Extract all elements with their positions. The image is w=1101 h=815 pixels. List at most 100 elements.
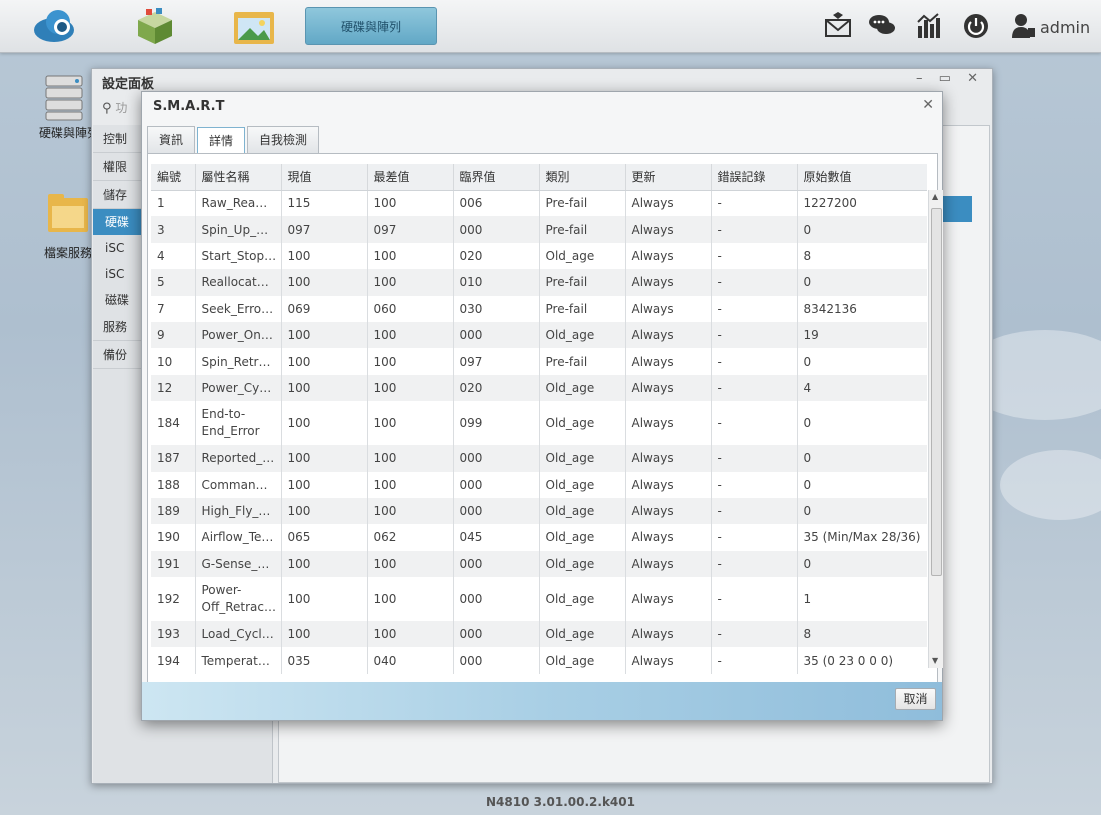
col-threshold-cell: 020 bbox=[453, 374, 540, 402]
scroll-up-icon[interactable]: ▲ bbox=[932, 192, 938, 201]
col-type-cell: Pre-fail bbox=[539, 348, 626, 375]
col-worst-cell: 100 bbox=[367, 621, 454, 648]
col-raw-value-cell: 8 bbox=[797, 621, 927, 648]
col-worst-cell: 100 bbox=[367, 374, 454, 402]
col-type-cell: Pre-fail bbox=[539, 269, 626, 296]
col-when-failed-cell: - bbox=[711, 621, 798, 648]
col-worst-cell: 100 bbox=[367, 497, 454, 525]
chat-icon[interactable] bbox=[868, 12, 896, 40]
table-row[interactable]: 7 Seek_Erro… 069 060 030 Pre-fail Always -83421… bbox=[151, 295, 927, 322]
power-icon[interactable] bbox=[962, 12, 990, 40]
col-value-cell: 100 bbox=[281, 550, 368, 578]
mail-icon[interactable] bbox=[824, 12, 852, 40]
table-row[interactable]: 189 High_Fly_… 100 100 000 Old_age Always -0 bbox=[151, 497, 927, 525]
table-row[interactable]: 1 Raw_Rea… 115 100 006 Pre-fail Always -1227200 bbox=[151, 190, 927, 217]
col-type-cell: Old_age bbox=[539, 647, 626, 674]
col-type-cell: Old_age bbox=[539, 577, 626, 622]
col-attribute-name-header[interactable]: 屬性名稱 bbox=[195, 164, 282, 191]
col-id-cell: 184 bbox=[151, 401, 196, 446]
desktop-icon-label-disks[interactable]: 硬碟與陣列 bbox=[39, 124, 99, 141]
table-row[interactable]: 10 Spin_Retr… 100 100 097 Pre-fail Always -0 bbox=[151, 348, 927, 375]
col-when-failed-cell: - bbox=[711, 216, 798, 243]
col-updated-cell: Always bbox=[625, 216, 712, 243]
table-row[interactable]: 191 G-Sense_… 100 100 000 Old_age Always -0 bbox=[151, 550, 927, 578]
col-id-header[interactable]: 編號 bbox=[151, 164, 196, 191]
panel-title: 設定面板 bbox=[102, 77, 155, 92]
user-icon[interactable] bbox=[1010, 12, 1038, 40]
firmware-version: N4810 3.01.00.2.k401 bbox=[486, 795, 635, 809]
file-service-icon[interactable] bbox=[46, 192, 92, 236]
col-when-failed-header[interactable]: 錯誤記錄 bbox=[711, 164, 798, 191]
desktop-icon-label-file-service[interactable]: 檔案服務 bbox=[44, 244, 92, 261]
tab-info[interactable]: 資訊 bbox=[147, 126, 196, 154]
scroll-down-icon[interactable]: ▼ bbox=[932, 656, 938, 665]
chart-icon[interactable] bbox=[916, 12, 944, 40]
col-when-failed-cell: - bbox=[711, 348, 798, 375]
table-row[interactable]: 188 Comman… 100 100 000 Old_age Always -0 bbox=[151, 471, 927, 498]
col-raw-value-cell: 1227200 bbox=[797, 190, 927, 217]
col-worst-cell: 100 bbox=[367, 471, 454, 498]
table-row[interactable]: 184 End-to-End_Error 100 100 099 Old_age Alway… bbox=[151, 401, 927, 446]
table-row[interactable]: 192 Power-Off_Retrac… 100 100 000 Old_age Alwa… bbox=[151, 577, 927, 622]
table-row[interactable]: 5 Reallocat… 100 100 010 Pre-fail Always -0 bbox=[151, 269, 927, 296]
col-threshold-cell: 010 bbox=[453, 269, 540, 296]
folder-image-icon[interactable] bbox=[232, 6, 278, 46]
table-row[interactable]: 187 Reported_… 100 100 000 Old_age Always -0 bbox=[151, 445, 927, 472]
col-id-cell: 190 bbox=[151, 524, 196, 551]
col-worst-cell: 100 bbox=[367, 321, 454, 349]
col-threshold-cell: 030 bbox=[453, 295, 540, 322]
tab-self-test[interactable]: 自我檢測 bbox=[247, 126, 320, 154]
col-updated-header[interactable]: 更新 bbox=[625, 164, 712, 191]
table-row[interactable]: 190 Airflow_Te… 065 062 045 Old_age Always -35 … bbox=[151, 524, 927, 551]
tab-details[interactable]: 詳情 bbox=[197, 127, 246, 155]
window-controls[interactable]: – ▭ ✕ bbox=[916, 71, 984, 86]
col-value-header[interactable]: 現值 bbox=[281, 164, 368, 191]
col-value-cell: 100 bbox=[281, 269, 368, 296]
table-row[interactable]: 9 Power_On… 100 100 000 Old_age Always -19 bbox=[151, 321, 927, 349]
col-when-failed-cell: - bbox=[711, 445, 798, 472]
table-row[interactable]: 3 Spin_Up_… 097 097 000 Pre-fail Always -0 bbox=[151, 216, 927, 243]
col-when-failed-cell: - bbox=[711, 401, 798, 446]
col-worst-cell: 097 bbox=[367, 216, 454, 243]
col-worst-header[interactable]: 最差值 bbox=[367, 164, 454, 191]
table-row[interactable]: 193 Load_Cycl… 100 100 000 Old_age Always -8 bbox=[151, 621, 927, 648]
col-type-header[interactable]: 類別 bbox=[539, 164, 626, 191]
col-updated-cell: Always bbox=[625, 190, 712, 217]
col-raw-value-cell: 0 bbox=[797, 401, 927, 446]
col-worst-cell: 100 bbox=[367, 269, 454, 296]
col-worst-cell: 100 bbox=[367, 577, 454, 622]
col-worst-cell: 100 bbox=[367, 401, 454, 446]
col-id-cell: 4 bbox=[151, 242, 196, 270]
top-taskbar: 硬碟與陣列 admin bbox=[0, 0, 1101, 53]
col-value-cell: 097 bbox=[281, 216, 368, 243]
col-value-cell: 100 bbox=[281, 445, 368, 472]
col-raw-value-header[interactable]: 原始數值 bbox=[797, 164, 927, 191]
box-icon[interactable] bbox=[132, 6, 178, 46]
active-app-disks-arrays[interactable]: 硬碟與陣列 bbox=[305, 7, 437, 45]
col-worst-cell: 100 bbox=[367, 348, 454, 375]
col-value-cell: 100 bbox=[281, 401, 368, 446]
col-value-cell: 100 bbox=[281, 242, 368, 270]
table-row[interactable]: 194 Temperat… 035 040 000 Old_age Always -35 (0… bbox=[151, 647, 927, 674]
cancel-button[interactable]: 取消 bbox=[895, 688, 936, 710]
col-when-failed-cell: - bbox=[711, 269, 798, 296]
col-type-cell: Old_age bbox=[539, 445, 626, 472]
col-type-cell: Old_age bbox=[539, 550, 626, 578]
table-scrollbar[interactable]: ▲ ▼ bbox=[928, 190, 943, 668]
col-threshold-header[interactable]: 臨界值 bbox=[453, 164, 540, 191]
table-row[interactable]: 12 Power_Cy… 100 100 020 Old_age Always -4 bbox=[151, 374, 927, 402]
col-raw-value-cell: 1 bbox=[797, 577, 927, 622]
col-raw-value-cell: 0 bbox=[797, 497, 927, 525]
col-id-cell: 5 bbox=[151, 269, 196, 296]
username-label[interactable]: admin bbox=[1040, 18, 1090, 37]
table-row[interactable]: 4 Start_Stop… 100 100 020 Old_age Always -8 bbox=[151, 242, 927, 270]
col-attribute-name-cell: Spin_Retr… bbox=[195, 348, 282, 375]
cloud-icon[interactable] bbox=[30, 6, 76, 46]
col-threshold-cell: 000 bbox=[453, 471, 540, 498]
col-updated-cell: Always bbox=[625, 401, 712, 446]
col-id-cell: 188 bbox=[151, 471, 196, 498]
scrollbar-thumb[interactable] bbox=[931, 208, 942, 576]
smart-dialog: S.M.A.R.T ✕ 資訊 詳情 自我檢測 編號 屬性名稱 現值 最差值 臨界值 類別更… bbox=[141, 91, 943, 721]
disk-array-icon[interactable] bbox=[44, 74, 90, 122]
close-icon[interactable]: ✕ bbox=[922, 97, 934, 113]
